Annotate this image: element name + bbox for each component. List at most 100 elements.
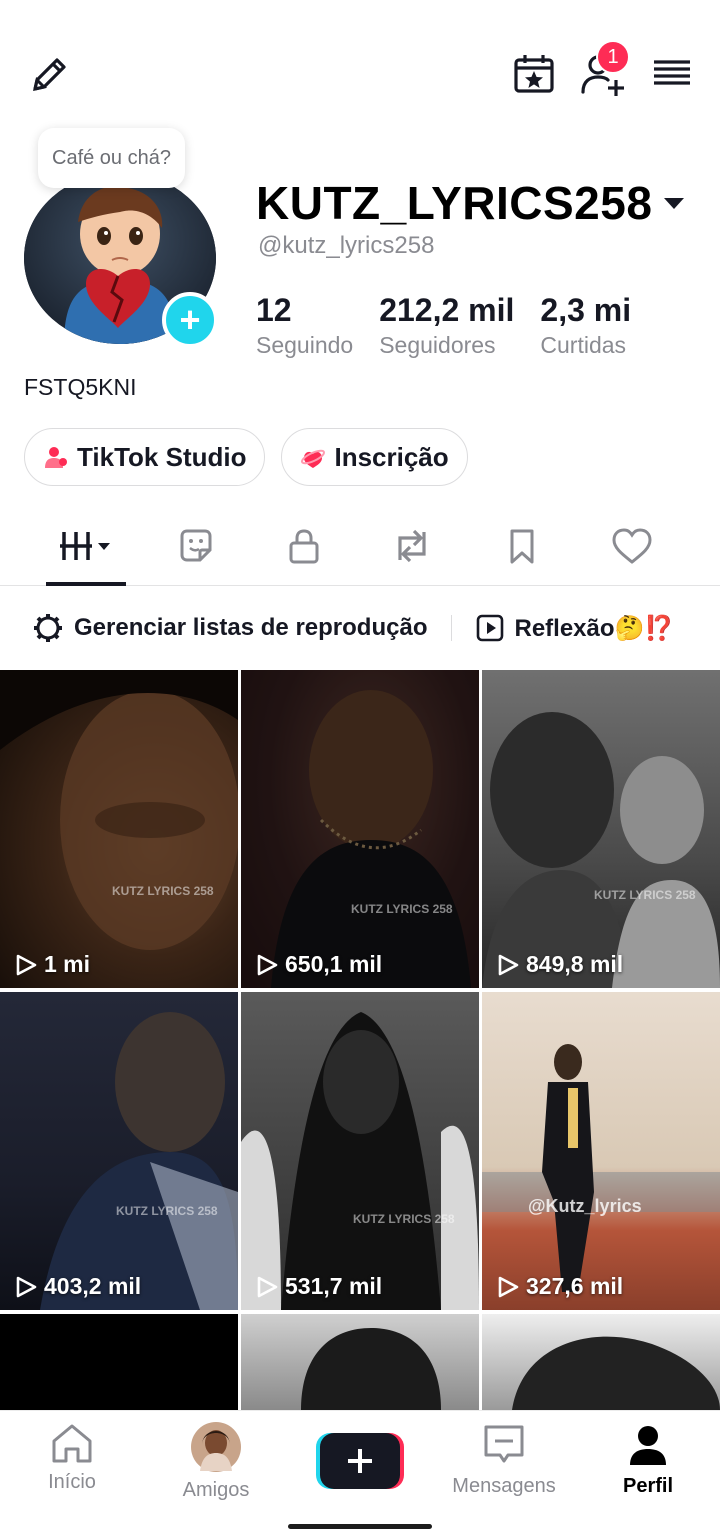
active-tab-indicator <box>46 582 126 586</box>
tab-private[interactable] <box>264 518 344 574</box>
home-icon <box>52 1424 92 1463</box>
view-count-text: 403,2 mil <box>44 1273 142 1299</box>
video-thumbnail[interactable] <box>241 1314 479 1410</box>
view-count-text: 531,7 mil <box>285 1273 383 1299</box>
stat-value: 12 <box>256 292 292 328</box>
subscription-icon <box>301 449 326 468</box>
profile-stats: 12 Seguindo 212,2 mil Seguidores 2,3 mi … <box>256 292 657 359</box>
pencil-icon[interactable] <box>22 46 78 102</box>
watermark: KUTZ LYRICS 258 <box>594 888 696 902</box>
add-avatar-button[interactable]: + <box>162 292 218 348</box>
stat-value: 212,2 mil <box>379 292 515 328</box>
grid-bars-icon <box>60 532 110 560</box>
view-count: 849,8 mil <box>496 951 623 978</box>
tab-videos[interactable] <box>46 518 126 574</box>
watermark: KUTZ LYRICS 258 <box>112 884 214 898</box>
play-icon <box>257 1276 278 1297</box>
nav-label: Amigos <box>182 1479 250 1501</box>
video-thumbnail[interactable]: KUTZ LYRICS 258 650,1 mil <box>241 670 479 988</box>
profile-avatar-wrap: + <box>24 172 218 348</box>
stat-label: Seguindo <box>256 332 354 358</box>
stat-label: Curtidas <box>540 332 627 358</box>
stat-label: Seguidores <box>379 332 496 358</box>
video-thumbnail[interactable]: @Kutz_lyrics 327,6 mil <box>482 992 720 1310</box>
manage-playlists-label: Gerenciar listas de reprodução <box>74 614 428 641</box>
profile-actions: TikTok Studio Inscrição <box>24 428 484 486</box>
calendar-star-icon[interactable] <box>506 46 562 102</box>
video-thumbnail[interactable] <box>482 1314 720 1410</box>
top-bar: 1 <box>0 0 720 130</box>
tab-saved[interactable] <box>482 518 562 574</box>
divider <box>451 615 453 641</box>
stat-following[interactable]: 12 Seguindo <box>256 292 353 359</box>
create-button[interactable] <box>316 1433 404 1489</box>
username-row[interactable]: KUTZ_LYRICS258 <box>256 176 685 230</box>
note-bubble[interactable]: Café ou chá? <box>38 128 185 188</box>
nav-messages[interactable]: Mensagens <box>444 1421 564 1498</box>
video-thumbnail[interactable]: KUTZ LYRICS 258 849,8 mil <box>482 670 720 988</box>
video-thumbnail[interactable]: KUTZ LYRICS 258 403,2 mil <box>0 992 238 1310</box>
user-handle: @kutz_lyrics258 <box>258 232 435 259</box>
profile-icon <box>630 1426 666 1465</box>
hamburger-menu-icon[interactable] <box>644 46 700 102</box>
sticker-icon <box>180 529 212 562</box>
play-icon <box>16 954 37 975</box>
nav-profile[interactable]: Perfil <box>588 1421 708 1498</box>
tab-stickers[interactable] <box>156 518 236 574</box>
view-count: 1 mi <box>14 951 90 978</box>
content-tabs <box>0 508 720 586</box>
plus-icon <box>316 1433 404 1489</box>
bookmark-icon <box>510 529 534 564</box>
subscription-button[interactable]: Inscrição <box>281 428 468 486</box>
playlist-row: Gerenciar listas de reprodução Reflexão🤔… <box>0 596 720 660</box>
nav-label: Mensagens <box>452 1475 556 1497</box>
chevron-down-icon[interactable] <box>664 197 685 209</box>
username: KUTZ_LYRICS258 <box>256 177 653 229</box>
nav-friends[interactable]: Amigos <box>156 1421 276 1502</box>
video-thumbnail[interactable]: KUTZ LYRICS 258 531,7 mil <box>241 992 479 1310</box>
manage-playlists-button[interactable]: Gerenciar listas de reprodução <box>32 612 427 644</box>
studio-icon <box>45 447 67 468</box>
play-icon <box>498 1276 519 1297</box>
tab-liked[interactable] <box>592 518 672 574</box>
view-count-text: 650,1 mil <box>285 951 383 977</box>
message-icon <box>484 1425 524 1463</box>
video-thumbnail[interactable] <box>0 1314 238 1410</box>
playlist-chip[interactable]: Reflexão🤔⁉️ <box>476 614 674 643</box>
stat-value: 2,3 mi <box>540 292 632 328</box>
play-icon <box>498 954 519 975</box>
watermark: KUTZ LYRICS 258 <box>116 1204 218 1218</box>
stat-followers[interactable]: 212,2 mil Seguidores <box>379 292 514 359</box>
stat-likes[interactable]: 2,3 mi Curtidas <box>540 292 631 359</box>
nav-label: Início <box>48 1471 96 1493</box>
heart-icon <box>612 528 652 564</box>
home-indicator <box>288 1524 432 1529</box>
overlay-text: @Kutz_lyrics <box>528 1196 642 1216</box>
bio-text: FSTQ5KNI <box>24 374 137 400</box>
video-thumbnail[interactable]: KUTZ LYRICS 258 1 mi <box>0 670 238 988</box>
tiktok-studio-button[interactable]: TikTok Studio <box>24 428 266 486</box>
view-count: 327,6 mil <box>496 1273 623 1300</box>
playlist-label: Reflexão🤔⁉️ <box>514 614 675 642</box>
tiktok-studio-label: TikTok Studio <box>77 441 247 472</box>
view-count: 403,2 mil <box>14 1273 141 1300</box>
nav-home[interactable]: Início <box>12 1421 132 1494</box>
play-square-icon <box>477 614 504 642</box>
view-count-text: 327,6 mil <box>526 1273 624 1299</box>
view-count-text: 1 mi <box>44 951 91 977</box>
watermark: KUTZ LYRICS 258 <box>351 902 453 916</box>
subscription-label: Inscrição <box>334 441 449 472</box>
play-icon <box>257 954 278 975</box>
watermark: KUTZ LYRICS 258 <box>353 1212 455 1226</box>
nav-label: Perfil <box>622 1475 674 1497</box>
repost-icon <box>398 529 426 563</box>
view-count: 650,1 mil <box>255 951 382 978</box>
view-count-text: 849,8 mil <box>526 951 624 977</box>
notification-badge: 1 <box>596 40 630 74</box>
friend-avatar <box>191 1422 241 1472</box>
bottom-nav: Início Amigos Mensagens Perfil <box>0 1410 720 1540</box>
view-count: 531,7 mil <box>255 1273 382 1300</box>
play-icon <box>16 1276 37 1297</box>
tab-reposts[interactable] <box>372 518 452 574</box>
lock-icon <box>289 529 319 564</box>
